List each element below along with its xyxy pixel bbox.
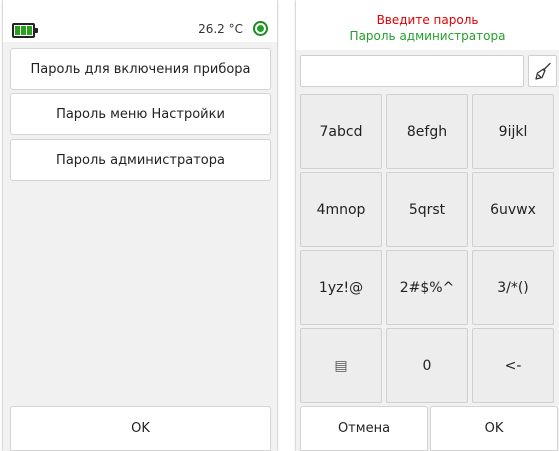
key-2[interactable]: 2#$%^ xyxy=(386,250,468,325)
password-menu-screen: 26.2 °C Пароль для включения прибора Пар… xyxy=(3,0,277,451)
ok-button[interactable]: OK xyxy=(10,406,271,451)
menu-item-label: Пароль администратора xyxy=(56,152,225,168)
key-label: 6uvwx xyxy=(490,201,536,218)
key-label: 8efgh xyxy=(406,123,448,140)
password-input[interactable] xyxy=(300,55,524,87)
clear-input-button[interactable] xyxy=(528,55,557,87)
menu-item-admin-password[interactable]: Пароль администратора xyxy=(10,139,271,181)
key-label: 5qrst xyxy=(408,201,446,218)
status-indicator-icon xyxy=(253,21,268,36)
broom-icon xyxy=(534,62,551,80)
ok-button[interactable]: OK xyxy=(430,406,558,451)
dialog-title: Введите пароль xyxy=(376,13,479,27)
ok-button-label: OK xyxy=(131,421,150,436)
key-4[interactable]: 4mnop xyxy=(300,172,382,247)
key-label: 3/*() xyxy=(497,279,529,296)
backspace-label: <- xyxy=(504,357,522,374)
key-0[interactable]: 0 xyxy=(386,328,468,403)
key-label: 2#$%^ xyxy=(399,279,455,296)
key-label: 0 xyxy=(422,357,432,374)
key-label: 1yz!@ xyxy=(318,279,364,296)
backspace-key[interactable]: <- xyxy=(472,328,554,403)
dialog-subtitle: Пароль администратора xyxy=(349,29,506,43)
key-7[interactable]: 7abcd xyxy=(300,94,382,169)
temperature-readout: 26.2 °C xyxy=(198,22,243,36)
status-bar: 26.2 °C xyxy=(3,0,277,42)
cancel-button-label: Отмена xyxy=(337,421,391,436)
battery-icon xyxy=(12,23,38,38)
menu-item-power-on-password[interactable]: Пароль для включения прибора xyxy=(10,48,271,90)
keyboard-mode-key[interactable]: ▤ xyxy=(300,328,382,403)
key-8[interactable]: 8efgh xyxy=(386,94,468,169)
key-label: 9ijkl xyxy=(498,123,528,140)
menu-item-settings-password[interactable]: Пароль меню Настройки xyxy=(10,93,271,135)
ok-button-label: OK xyxy=(484,421,504,436)
key-6[interactable]: 6uvwx xyxy=(472,172,554,247)
key-5[interactable]: 5qrst xyxy=(386,172,468,247)
keyboard-mode-icon: ▤ xyxy=(334,357,348,374)
menu-item-label: Пароль меню Настройки xyxy=(56,106,225,122)
key-9[interactable]: 9ijkl xyxy=(472,94,554,169)
key-1[interactable]: 1yz!@ xyxy=(300,250,382,325)
key-label: 7abcd xyxy=(319,123,363,140)
key-3[interactable]: 3/*() xyxy=(472,250,554,325)
cancel-button[interactable]: Отмена xyxy=(300,406,428,451)
key-label: 4mnop xyxy=(316,201,366,218)
dialog-header: Введите пароль Пароль администратора xyxy=(296,0,559,50)
menu-item-label: Пароль для включения прибора xyxy=(30,61,251,77)
password-entry-screen: Введите пароль Пароль администратора 7ab… xyxy=(296,0,559,451)
